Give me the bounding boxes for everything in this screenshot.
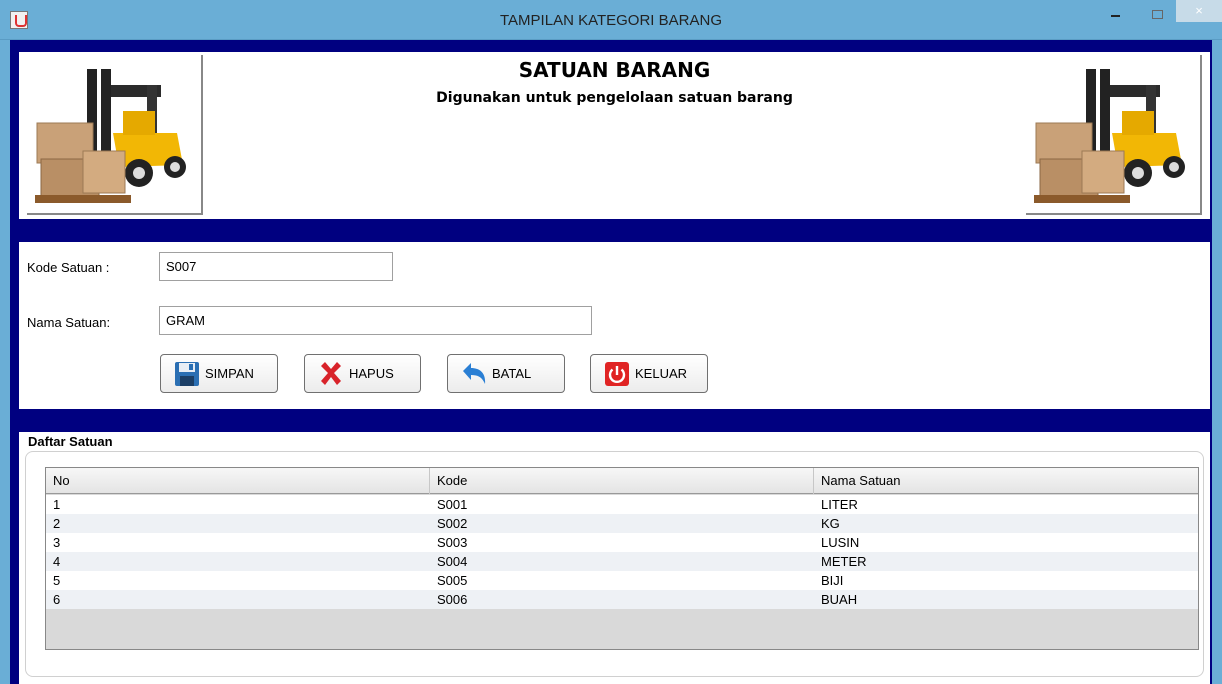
- table-row[interactable]: 3 S003 LUSIN: [46, 533, 1198, 552]
- title-bar: TAMPILAN KATEGORI BARANG ×: [0, 0, 1222, 40]
- power-icon: [603, 360, 631, 388]
- window-title: TAMPILAN KATEGORI BARANG: [500, 12, 722, 29]
- window-frame-left: [0, 40, 10, 684]
- hapus-button[interactable]: HAPUS: [304, 354, 421, 393]
- nama-satuan-input[interactable]: [159, 306, 592, 335]
- cell-nama: LUSIN: [821, 535, 860, 550]
- cell-kode: S002: [437, 516, 468, 531]
- cell-nama: KG: [821, 516, 840, 531]
- form-panel: Kode Satuan : Nama Satuan: SIMPAN HAPUS …: [19, 242, 1210, 409]
- simpan-button[interactable]: SIMPAN: [160, 354, 278, 393]
- section-title: Daftar Satuan: [28, 434, 113, 449]
- cell-kode: S006: [437, 592, 468, 607]
- column-header-kode[interactable]: Kode: [430, 468, 814, 494]
- keluar-button[interactable]: KELUAR: [590, 354, 708, 393]
- cell-kode: S003: [437, 535, 468, 550]
- keluar-label: KELUAR: [635, 366, 688, 381]
- cell-no: 5: [53, 573, 61, 588]
- table-row[interactable]: 5 S005 BIJI: [46, 571, 1198, 590]
- close-button[interactable]: ×: [1176, 0, 1222, 22]
- table-header: No Kode Nama Satuan: [46, 468, 1198, 494]
- table-row[interactable]: 4 S004 METER: [46, 552, 1198, 571]
- cell-nama: METER: [821, 554, 867, 569]
- table-row[interactable]: 6 S006 BUAH: [46, 590, 1198, 609]
- simpan-label: SIMPAN: [205, 366, 254, 381]
- table-row[interactable]: 2 S002 KG: [46, 514, 1198, 533]
- column-header-nama-satuan[interactable]: Nama Satuan: [814, 468, 1200, 494]
- nama-satuan-label: Nama Satuan:: [27, 315, 111, 330]
- window-frame-right: [1212, 40, 1222, 684]
- cell-kode: S004: [437, 554, 468, 569]
- cell-no: 2: [53, 516, 61, 531]
- kode-satuan-input[interactable]: [159, 252, 393, 281]
- maximize-button[interactable]: [1144, 6, 1170, 28]
- close-icon: ×: [1195, 3, 1203, 18]
- forklift-boxes-icon: [1034, 69, 1185, 203]
- cell-nama: BUAH: [821, 592, 858, 607]
- table-body: 1 S001 LITER 2 S002 KG 3 S003 LUSIN 4 S0…: [46, 495, 1198, 609]
- cell-no: 6: [53, 592, 61, 607]
- cell-kode: S001: [437, 497, 468, 512]
- cell-no: 1: [53, 497, 61, 512]
- cell-kode: S005: [437, 573, 468, 588]
- kode-satuan-label: Kode Satuan :: [27, 260, 110, 275]
- column-header-no[interactable]: No: [46, 468, 430, 494]
- cell-no: 4: [53, 554, 61, 569]
- undo-arrow-icon: [460, 360, 488, 388]
- cell-no: 3: [53, 535, 61, 550]
- satuan-table[interactable]: No Kode Nama Satuan 1 S001 LITER 2 S002 …: [45, 467, 1199, 650]
- delete-x-icon: [317, 360, 345, 388]
- floppy-disk-icon: [173, 360, 201, 388]
- cell-nama: LITER: [821, 497, 858, 512]
- hapus-label: HAPUS: [349, 366, 394, 381]
- header-panel: SATUAN BARANG Digunakan untuk pengelolaa…: [19, 52, 1210, 219]
- table-row[interactable]: 1 S001 LITER: [46, 495, 1198, 514]
- minimize-button[interactable]: [1103, 6, 1129, 28]
- batal-button[interactable]: BATAL: [447, 354, 565, 393]
- table-panel: Daftar Satuan No Kode Nama Satuan 1 S001…: [19, 432, 1210, 684]
- cell-nama: BIJI: [821, 573, 844, 588]
- batal-label: BATAL: [492, 366, 532, 381]
- forklift-image-right: [1026, 55, 1202, 215]
